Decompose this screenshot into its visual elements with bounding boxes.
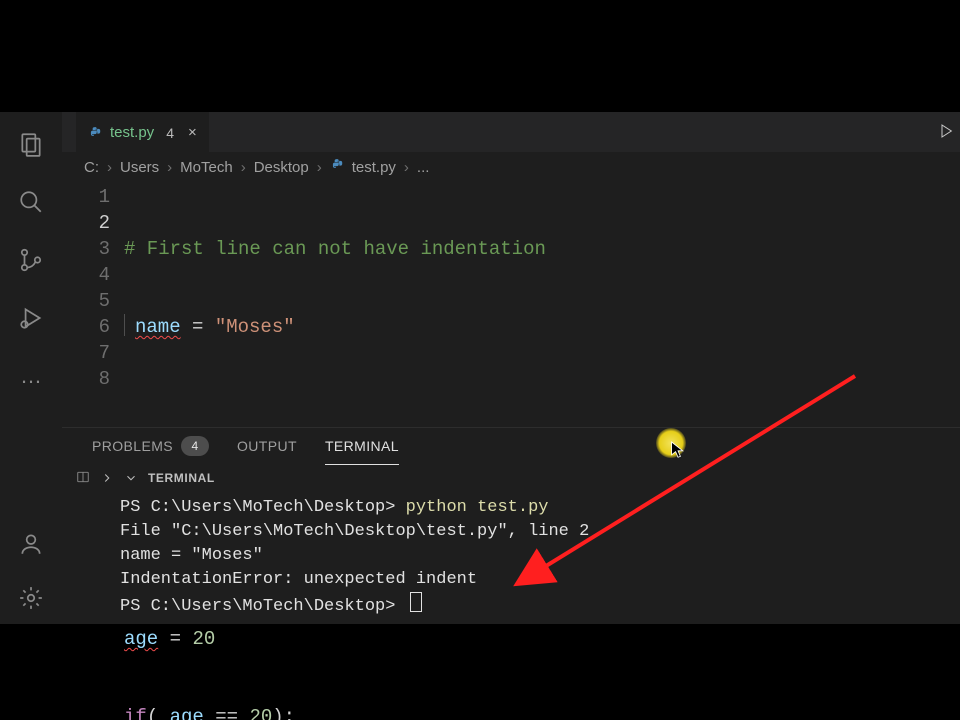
code-editor[interactable]: 1 2 3 4 5 6 7 8 # First line can not hav… [62,182,960,427]
code-token: = [181,316,215,338]
tab-test-py[interactable]: test.py 4 × [76,112,209,153]
terminal-line: PS C:\Users\MoTech\Desktop> [120,592,960,619]
code-token: age [170,706,204,720]
terminal-line: IndentationError: unexpected indent [120,568,960,592]
line-number: 4 [62,262,110,288]
tab-problems[interactable]: Problems 4 [92,428,209,464]
chevron-right-icon: › [317,159,322,176]
breadcrumb-file[interactable]: test.py [352,159,396,176]
problems-badge: 4 [181,436,209,456]
code-token: 20 [192,628,215,650]
breadcrumb-part[interactable]: Desktop [254,159,309,176]
code-token: == [204,706,250,720]
gear-icon[interactable] [17,584,45,612]
account-icon[interactable] [17,530,45,558]
main-column: test.py 4 × C: › Users › MoTech › Deskto… [62,112,960,624]
tab-terminal[interactable]: Terminal [325,428,399,465]
code-token: ( [147,706,170,720]
panel-section-title: TERMINAL [148,471,215,485]
terminal-text: PS C:\Users\MoTech\Desktop> [120,597,406,616]
terminal-line: File "C:\Users\MoTech\Desktop\test.py", … [120,520,960,544]
split-editor-icon[interactable] [76,470,90,487]
panel-tabs: Problems 4 Output Terminal [62,428,960,464]
code-area[interactable]: # First line can not have indentation na… [124,184,960,427]
code-token: ): [272,706,295,720]
tab-label: Output [237,438,297,454]
line-number: 1 [62,184,110,210]
close-icon[interactable]: × [188,124,197,141]
tab-problems-count: 4 [166,125,174,141]
tab-filename: test.py [110,124,154,141]
activity-bar: … [0,112,62,624]
chevron-right-icon: › [107,159,112,176]
terminal-output[interactable]: PS C:\Users\MoTech\Desktop> python test.… [62,492,960,624]
editor-tabs: test.py 4 × [62,112,960,152]
tab-label: Terminal [325,438,399,454]
breadcrumb-trailing[interactable]: ... [417,159,430,176]
terminal-text: PS C:\Users\MoTech\Desktop> [120,498,406,517]
code-token: # First line can not have indentation [124,238,546,260]
line-number: 6 [62,314,110,340]
chevron-right-icon [100,471,114,485]
bottom-panel: Problems 4 Output Terminal TERMINAL [62,427,960,624]
terminal-text: python test.py [406,498,549,517]
line-gutter: 1 2 3 4 5 6 7 8 [62,184,124,427]
tab-label: Problems [92,438,173,454]
indent-guide [124,314,128,336]
vscode-window: … test.py 4 × [0,112,960,624]
more-icon[interactable]: … [17,362,45,390]
code-token: name [135,316,181,338]
explorer-icon[interactable] [17,130,45,158]
python-icon [88,126,102,140]
chevron-right-icon: › [167,159,172,176]
code-token: age [124,628,158,650]
search-icon[interactable] [17,188,45,216]
line-number: 5 [62,288,110,314]
code-token: "Moses" [215,316,295,338]
code-token: = [158,628,192,650]
line-number: 3 [62,236,110,262]
panel-section-header[interactable]: TERMINAL [62,464,960,492]
run-debug-icon[interactable] [17,304,45,332]
code-token: 20 [249,706,272,720]
chevron-right-icon: › [241,159,246,176]
tab-output[interactable]: Output [237,428,297,464]
python-icon [330,158,344,176]
terminal-line: PS C:\Users\MoTech\Desktop> python test.… [120,496,960,520]
breadcrumb-part[interactable]: Users [120,159,159,176]
run-icon[interactable] [938,120,954,147]
terminal-cursor [410,592,422,612]
breadcrumb-part[interactable]: C: [84,159,99,176]
chevron-down-icon[interactable] [124,471,138,485]
line-number: 2 [62,210,110,236]
chevron-right-icon: › [404,159,409,176]
line-number: 8 [62,366,110,392]
source-control-icon[interactable] [17,246,45,274]
breadcrumb-part[interactable]: MoTech [180,159,233,176]
terminal-line: name = "Moses" [120,544,960,568]
breadcrumb[interactable]: C: › Users › MoTech › Desktop › test.py … [62,152,960,182]
code-token: if [124,706,147,720]
line-number: 7 [62,340,110,366]
